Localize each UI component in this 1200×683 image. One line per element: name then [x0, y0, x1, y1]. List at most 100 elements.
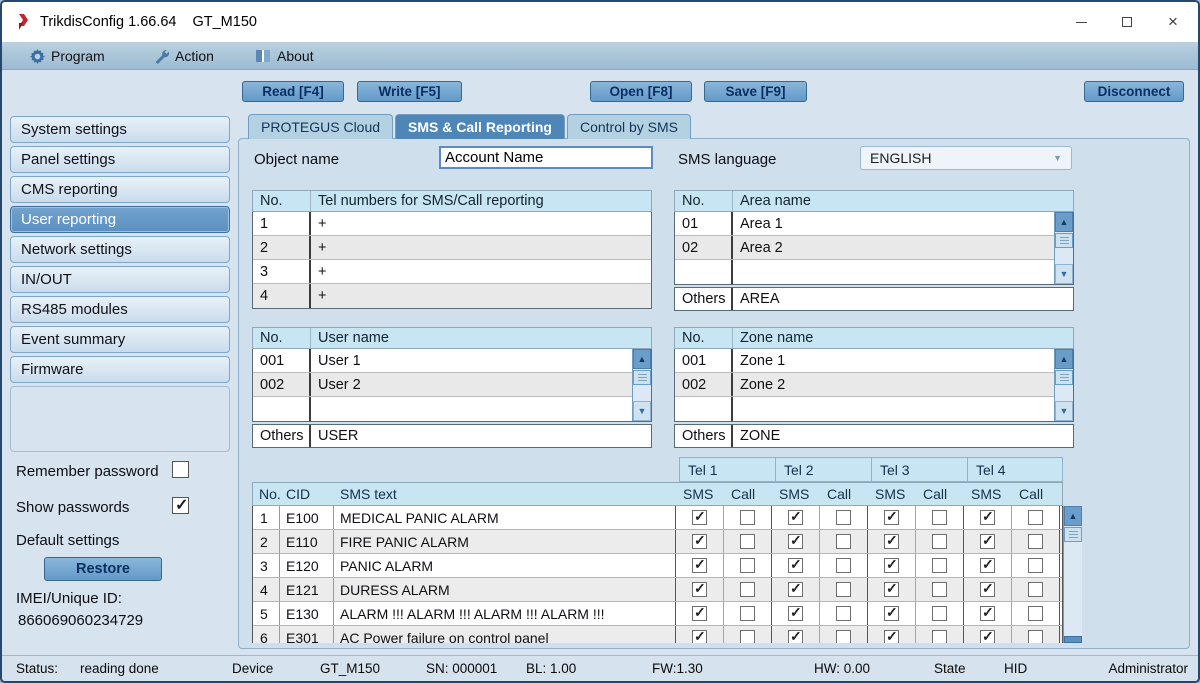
sms-checkbox[interactable]: [692, 532, 707, 549]
call-checkbox[interactable]: [740, 534, 755, 549]
scrollbar-thumb[interactable]: [1064, 527, 1082, 542]
sms-text-cell[interactable]: FIRE PANIC ALARM: [334, 530, 676, 553]
call-checkbox[interactable]: [1028, 630, 1043, 643]
scrollbar[interactable]: ▲ ▼: [1054, 349, 1073, 421]
open-button[interactable]: Open [F8]: [590, 81, 692, 102]
scroll-up-icon[interactable]: ▲: [633, 349, 651, 369]
scroll-down-icon[interactable]: ▼: [1055, 401, 1073, 421]
scrollbar[interactable]: ▲ ▼: [632, 349, 651, 421]
sms-checkbox[interactable]: [884, 580, 899, 597]
name-cell[interactable]: User 1: [311, 353, 632, 369]
call-checkbox[interactable]: [932, 534, 947, 549]
remember-password-checkbox[interactable]: [172, 461, 189, 478]
sidebar-item-firmware[interactable]: Firmware: [10, 356, 230, 383]
others-value-cell[interactable]: USER: [311, 428, 651, 444]
sms-checkbox[interactable]: [692, 628, 707, 643]
name-cell[interactable]: Zone 2: [733, 377, 1054, 393]
others-value-cell[interactable]: AREA: [733, 291, 1073, 307]
call-checkbox[interactable]: [740, 630, 755, 643]
call-checkbox[interactable]: [932, 582, 947, 597]
call-checkbox[interactable]: [836, 606, 851, 621]
sms-checkbox[interactable]: [692, 508, 707, 525]
minimize-icon[interactable]: [1058, 2, 1104, 42]
scrollbar-thumb[interactable]: [1055, 233, 1073, 248]
call-checkbox[interactable]: [1028, 558, 1043, 573]
scroll-down-icon[interactable]: ▼: [633, 401, 651, 421]
sidebar-item-event-summary[interactable]: Event summary: [10, 326, 230, 353]
scroll-down-icon[interactable]: ▼: [1055, 264, 1073, 284]
call-checkbox[interactable]: [740, 606, 755, 621]
name-cell[interactable]: User 2: [311, 377, 632, 393]
disconnect-button[interactable]: Disconnect: [1084, 81, 1184, 102]
sms-checkbox[interactable]: [884, 532, 899, 549]
sms-checkbox[interactable]: [884, 508, 899, 525]
sms-checkbox[interactable]: [980, 532, 995, 549]
call-checkbox[interactable]: [740, 558, 755, 573]
sms-checkbox[interactable]: [692, 556, 707, 573]
scrollbar-track[interactable]: [633, 386, 651, 401]
name-cell[interactable]: Zone 1: [733, 353, 1054, 369]
show-passwords-checkbox[interactable]: [172, 495, 189, 515]
sidebar-item-in-out[interactable]: IN/OUT: [10, 266, 230, 293]
scroll-up-icon[interactable]: ▲: [1064, 506, 1082, 526]
sms-checkbox[interactable]: [788, 508, 803, 525]
name-cell[interactable]: +: [311, 288, 651, 304]
sms-checkbox[interactable]: [980, 556, 995, 573]
scrollbar-thumb[interactable]: [1055, 370, 1073, 385]
sms-checkbox[interactable]: [692, 580, 707, 597]
tab-control-by-sms[interactable]: Control by SMS: [566, 114, 691, 139]
name-cell[interactable]: Area 1: [733, 216, 1054, 232]
call-checkbox[interactable]: [740, 582, 755, 597]
call-checkbox[interactable]: [932, 558, 947, 573]
save-button[interactable]: Save [F9]: [704, 81, 807, 102]
sms-checkbox[interactable]: [788, 532, 803, 549]
sms-checkbox[interactable]: [980, 604, 995, 621]
call-checkbox[interactable]: [1028, 510, 1043, 525]
sidebar-item-system-settings[interactable]: System settings: [10, 116, 230, 143]
scroll-down-icon[interactable]: [1064, 636, 1082, 643]
name-cell[interactable]: +: [311, 240, 651, 256]
call-checkbox[interactable]: [836, 534, 851, 549]
scroll-up-icon[interactable]: ▲: [1055, 212, 1073, 232]
name-cell[interactable]: +: [311, 264, 651, 280]
menu-item-program[interactable]: Program: [30, 42, 105, 70]
call-checkbox[interactable]: [836, 630, 851, 643]
sidebar-item-cms-reporting[interactable]: CMS reporting: [10, 176, 230, 203]
call-checkbox[interactable]: [1028, 606, 1043, 621]
sidebar-item-user-reporting[interactable]: User reporting: [10, 206, 230, 233]
sms-checkbox[interactable]: [788, 604, 803, 621]
sms-text-cell[interactable]: ALARM !!! ALARM !!! ALARM !!! ALARM !!!: [334, 602, 676, 625]
sidebar-item-panel-settings[interactable]: Panel settings: [10, 146, 230, 173]
sms-checkbox[interactable]: [788, 628, 803, 643]
sms-text-cell[interactable]: MEDICAL PANIC ALARM: [334, 506, 676, 529]
call-checkbox[interactable]: [740, 510, 755, 525]
sms-language-dropdown[interactable]: ENGLISH ▼: [860, 146, 1072, 170]
scrollbar-track[interactable]: [1055, 386, 1073, 401]
sms-checkbox[interactable]: [884, 604, 899, 621]
name-cell[interactable]: +: [311, 216, 651, 232]
call-checkbox[interactable]: [1028, 582, 1043, 597]
sms-checkbox[interactable]: [980, 580, 995, 597]
call-checkbox[interactable]: [932, 510, 947, 525]
sms-checkbox[interactable]: [692, 604, 707, 621]
scrollbar-track[interactable]: [1055, 249, 1073, 264]
object-name-input[interactable]: [439, 146, 653, 169]
call-checkbox[interactable]: [1028, 534, 1043, 549]
others-value-cell[interactable]: ZONE: [733, 428, 1073, 444]
scrollbar[interactable]: ▲ ▼: [1054, 212, 1073, 284]
call-checkbox[interactable]: [836, 582, 851, 597]
scrollbar-thumb[interactable]: [633, 370, 651, 385]
name-cell[interactable]: Area 2: [733, 240, 1054, 256]
scroll-up-icon[interactable]: ▲: [1055, 349, 1073, 369]
tab-sms-call-reporting[interactable]: SMS & Call Reporting: [395, 114, 565, 139]
tab-protegus-cloud[interactable]: PROTEGUS Cloud: [248, 114, 394, 139]
menu-item-action[interactable]: Action: [154, 42, 214, 70]
sms-checkbox[interactable]: [788, 556, 803, 573]
scrollbar-track[interactable]: [1064, 543, 1082, 636]
write-button[interactable]: Write [F5]: [357, 81, 462, 102]
sms-checkbox[interactable]: [980, 508, 995, 525]
read-button[interactable]: Read [F4]: [242, 81, 344, 102]
sms-checkbox[interactable]: [788, 580, 803, 597]
sidebar-item-rs485-modules[interactable]: RS485 modules: [10, 296, 230, 323]
sms-checkbox[interactable]: [884, 556, 899, 573]
